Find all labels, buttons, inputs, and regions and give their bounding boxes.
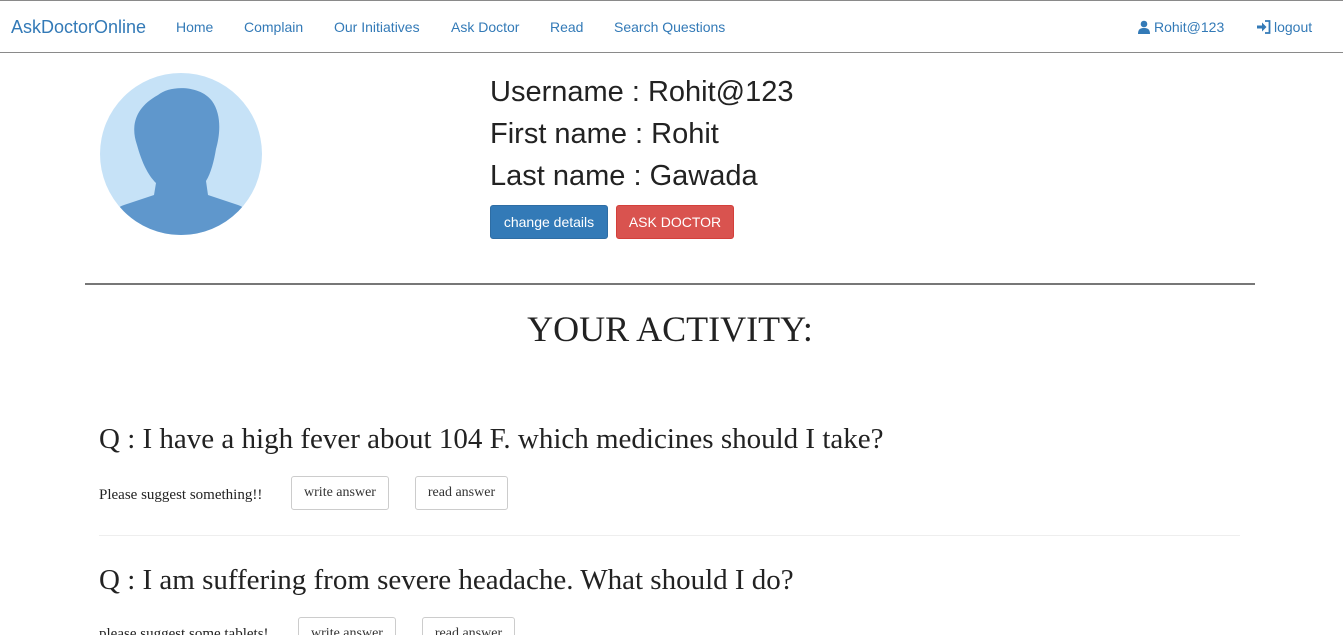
brand-link[interactable]: AskDoctorOnline	[11, 17, 146, 38]
avatar-silhouette-icon	[100, 73, 262, 235]
question-title: Q : I am suffering from severe headache.…	[99, 564, 794, 596]
nav-ask-doctor[interactable]: Ask Doctor	[451, 19, 519, 35]
question-description: Please suggest something!!	[99, 487, 263, 503]
avatar	[100, 73, 262, 235]
read-answer-button[interactable]: read answer	[422, 617, 515, 635]
nav-search-questions[interactable]: Search Questions	[614, 19, 725, 35]
logout-link[interactable]: logout	[1256, 19, 1312, 37]
question-title: Q : I have a high fever about 104 F. whi…	[99, 423, 884, 455]
logout-label: logout	[1274, 19, 1313, 35]
change-details-button[interactable]: change details	[490, 205, 608, 239]
user-icon	[1137, 20, 1151, 37]
last-name-line: Last name : Gawada	[490, 160, 758, 192]
question-description: please suggest some tablets!	[99, 626, 269, 635]
nav-home[interactable]: Home	[176, 19, 213, 35]
logout-icon	[1256, 20, 1271, 37]
user-profile-link[interactable]: Rohit@123	[1137, 19, 1224, 37]
write-answer-button[interactable]: write answer	[291, 476, 389, 510]
nav-complain[interactable]: Complain	[244, 19, 303, 35]
top-navbar: AskDoctorOnline Home Complain Our Initia…	[0, 0, 1343, 53]
username-line: Username : Rohit@123	[490, 76, 794, 108]
write-answer-button[interactable]: write answer	[298, 617, 396, 635]
section-divider	[85, 283, 1255, 285]
activity-title: YOUR ACTIVITY:	[527, 309, 813, 349]
first-name-line: First name : Rohit	[490, 118, 719, 150]
read-answer-button[interactable]: read answer	[415, 476, 508, 510]
question-separator	[99, 535, 1240, 536]
nav-our-initiatives[interactable]: Our Initiatives	[334, 19, 420, 35]
ask-doctor-button[interactable]: ASK DOCTOR	[616, 205, 734, 239]
nav-read[interactable]: Read	[550, 19, 583, 35]
user-name-label: Rohit@123	[1154, 19, 1225, 35]
